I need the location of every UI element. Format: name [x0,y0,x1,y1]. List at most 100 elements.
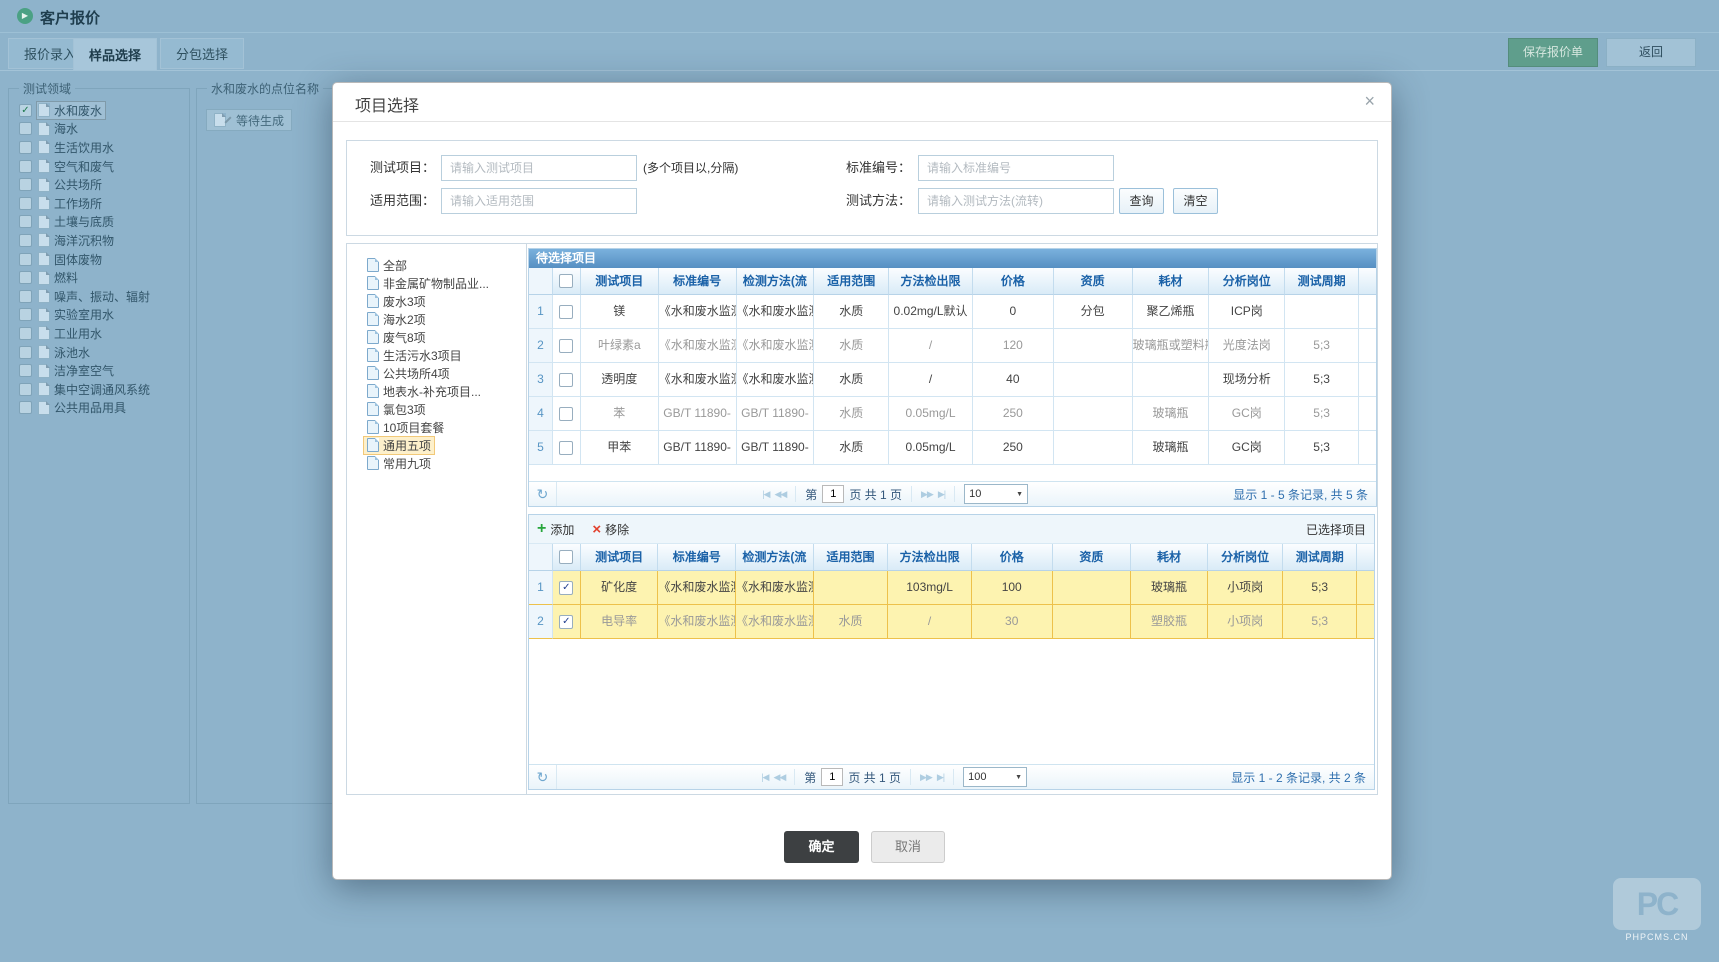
table-row[interactable]: 2叶绿素a《水和废水监测《水和废水监测水质/120玻璃瓶或塑料瓶光度法岗5;3 [529,329,1376,363]
sidebar-item[interactable]: 固体废物 [19,250,189,269]
clear-button[interactable]: 清空 [1173,188,1218,214]
page-number-input[interactable] [821,768,843,786]
column-header[interactable]: 分析岗位 [1209,268,1285,295]
checkbox[interactable] [19,234,32,247]
column-header[interactable]: 耗材 [1133,268,1210,295]
cancel-button[interactable]: 取消 [871,831,945,863]
column-header[interactable]: 方法检出限 [888,544,972,571]
page-size-select[interactable]: 100 ▼ [963,767,1027,787]
checkbox[interactable] [19,401,32,414]
table-row[interactable]: 2✓电导率《水和废水监测《水和废水监测水质/30塑胶瓶小项岗5;3 [529,605,1374,639]
back-button[interactable]: 返回 [1606,38,1696,67]
checkbox[interactable] [19,253,32,266]
column-header[interactable]: 分析岗位 [1208,544,1284,571]
column-header[interactable]: 价格 [972,544,1053,571]
row-checkbox[interactable] [559,407,573,421]
column-header[interactable]: 测试项目 [581,268,659,295]
checkbox[interactable] [19,122,32,135]
column-header[interactable]: 测试周期 [1285,268,1359,295]
column-header[interactable]: 检测方法(流 [737,268,815,295]
tree-node[interactable]: 海水2项 [363,310,430,329]
tree-item[interactable]: 废水3项 [363,292,526,310]
sidebar-item[interactable]: ✓水和废水 [19,101,189,120]
sidebar-item[interactable]: 公共用品用具 [19,399,189,418]
save-quote-button[interactable]: 保存报价单 [1508,38,1598,67]
row-checkbox[interactable] [559,339,573,353]
column-header[interactable]: 资质 [1053,544,1132,571]
tree-item[interactable]: 生活污水3项目 [363,346,526,364]
tree-item[interactable]: 地表水-补充项目... [363,382,526,400]
checkbox[interactable] [19,346,32,359]
sidebar-item[interactable]: 空气和废气 [19,157,189,176]
sidebar-item[interactable]: 噪声、振动、辐射 [19,287,189,306]
table-row[interactable]: 5甲苯GB/T 11890-GB/T 11890-水质0.05mg/L250玻璃… [529,431,1376,465]
tree-item[interactable]: 氯包3项 [363,400,526,418]
close-icon[interactable]: × [1364,91,1375,112]
row-checkbox[interactable]: ✓ [559,615,573,629]
table-row[interactable]: 4苯GB/T 11890-GB/T 11890-水质0.05mg/L250玻璃瓶… [529,397,1376,431]
prev-page-icon[interactable]: ◀◀ [774,489,786,500]
row-checkbox[interactable] [559,373,573,387]
column-header[interactable]: 资质 [1054,268,1133,295]
tree-item[interactable]: 10项目套餐 [363,418,526,436]
test-item-input[interactable] [441,155,637,181]
last-page-icon[interactable]: ▶| [937,772,944,783]
checkbox[interactable] [19,215,32,228]
checkbox[interactable] [19,178,32,191]
sidebar-item[interactable]: 实验室用水 [19,306,189,325]
tab-sample-select[interactable]: 样品选择 [73,38,157,71]
tree-item[interactable]: 全部 [363,256,526,274]
select-all-checkbox[interactable] [559,274,573,288]
first-page-icon[interactable]: |◀ [761,772,768,783]
query-button[interactable]: 查询 [1119,188,1164,214]
column-header[interactable]: 方法检出限 [889,268,973,295]
tree-node[interactable]: 生活污水3项目 [363,346,466,365]
waiting-generate-button[interactable]: 等待生成 [206,109,292,131]
add-button[interactable]: + 添加 [537,521,574,538]
tree-node[interactable]: 地表水-补充项目... [363,382,485,401]
row-checkbox[interactable]: ✓ [559,581,573,595]
refresh-icon[interactable]: ↻ [529,482,557,506]
row-checkbox[interactable] [559,441,573,455]
next-page-icon[interactable]: ▶▶ [921,489,933,500]
sidebar-item[interactable]: 生活饮用水 [19,138,189,157]
tree-node[interactable]: 全部 [363,256,411,275]
tree-node[interactable]: 氯包3项 [363,400,430,419]
checkbox[interactable] [19,197,32,210]
checkbox[interactable] [19,383,32,396]
checkbox[interactable] [19,271,32,284]
last-page-icon[interactable]: ▶| [938,489,945,500]
tree-item[interactable]: 非金属矿物制品业... [363,274,526,292]
tree-node[interactable]: 通用五项 [363,436,435,455]
tree-node[interactable]: 常用九项 [363,454,435,473]
prev-page-icon[interactable]: ◀◀ [773,772,785,783]
tree-node[interactable]: 非金属矿物制品业... [363,274,493,293]
column-header[interactable]: 适用范围 [814,268,889,295]
table-row[interactable]: 1镁《水和废水监测《水和废水监测水质0.02mg/L默认0分包聚乙烯瓶ICP岗 [529,295,1376,329]
scope-input[interactable] [441,188,637,214]
column-header[interactable]: 价格 [973,268,1054,295]
sidebar-item[interactable]: 公共场所 [19,175,189,194]
standard-no-input[interactable] [918,155,1114,181]
page-size-select[interactable]: 10 ▼ [964,484,1028,504]
checkbox[interactable] [19,141,32,154]
next-page-icon[interactable]: ▶▶ [920,772,932,783]
checkbox[interactable] [19,364,32,377]
sidebar-item[interactable]: 海洋沉积物 [19,231,189,250]
page-number-input[interactable] [822,485,844,503]
sidebar-item[interactable]: 海水 [19,120,189,139]
sidebar-item[interactable]: 工作场所 [19,194,189,213]
row-checkbox[interactable] [559,305,573,319]
refresh-icon[interactable]: ↻ [529,765,557,789]
checkbox[interactable] [19,327,32,340]
tree-item[interactable]: 常用九项 [363,454,526,472]
column-header[interactable]: 标准编号 [659,268,737,295]
tree-node[interactable]: 公共场所4项 [363,364,454,383]
sidebar-item[interactable]: 集中空调通风系统 [19,380,189,399]
tree-node[interactable]: 废水3项 [363,292,430,311]
checkbox[interactable] [19,290,32,303]
column-header[interactable]: 测试项目 [581,544,659,571]
column-header[interactable]: 适用范围 [814,544,889,571]
tree-item[interactable]: 废气8项 [363,328,526,346]
tree-item[interactable]: 海水2项 [363,310,526,328]
